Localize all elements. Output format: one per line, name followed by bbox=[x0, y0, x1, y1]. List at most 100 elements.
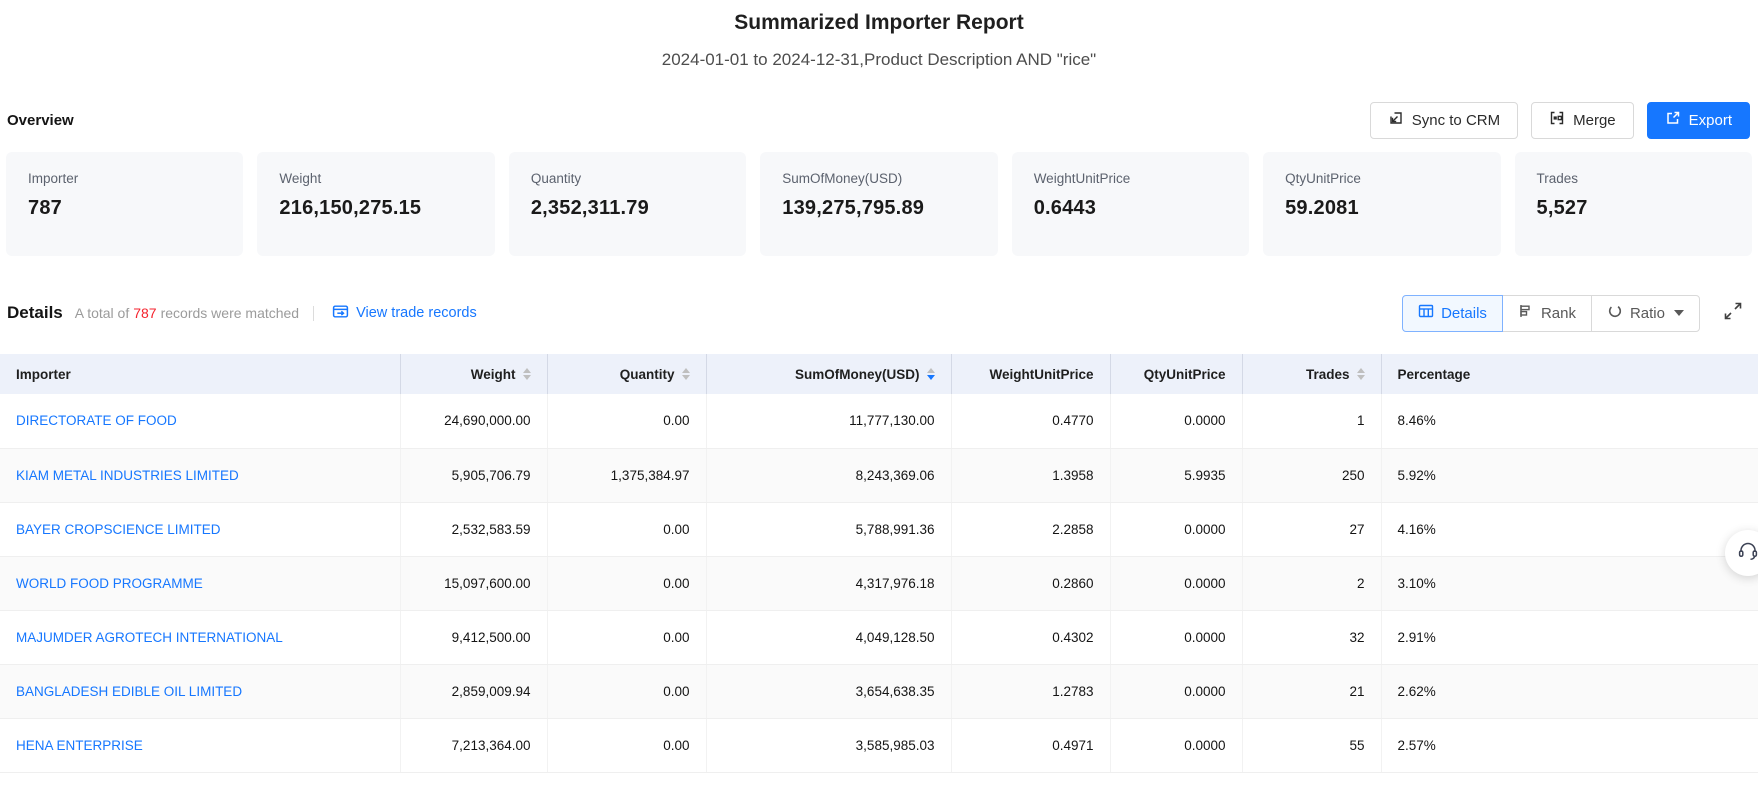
cell-weight: 9,412,500.00 bbox=[400, 610, 547, 664]
cell-sum: 8,243,369.06 bbox=[706, 448, 951, 502]
table-row: BAYER CROPSCIENCE LIMITED2,532,583.590.0… bbox=[0, 502, 1758, 556]
column-label: Trades bbox=[1306, 367, 1350, 382]
cell-importer: KIAM METAL INDUSTRIES LIMITED bbox=[0, 448, 400, 502]
table-row: DIRECTORATE OF FOOD24,690,000.000.0011,7… bbox=[0, 394, 1758, 448]
importer-table: Importer Weight Quantity SumOfMoney(USD) Wei… bbox=[0, 354, 1758, 773]
sync-to-crm-button[interactable]: Sync to CRM bbox=[1370, 102, 1518, 139]
column-label: WeightUnitPrice bbox=[989, 367, 1093, 382]
column-header-inner: Trades bbox=[1306, 367, 1365, 382]
column-header-qup: QtyUnitPrice bbox=[1110, 354, 1242, 394]
caret-up-icon bbox=[1357, 368, 1365, 373]
details-heading: Details bbox=[7, 303, 63, 323]
cell-importer: WORLD FOOD PROGRAMME bbox=[0, 556, 400, 610]
cell-quantity: 0.00 bbox=[547, 610, 706, 664]
table-grid-icon bbox=[1418, 303, 1434, 323]
column-label: Quantity bbox=[620, 367, 675, 382]
table-row: WORLD FOOD PROGRAMME15,097,600.000.004,3… bbox=[0, 556, 1758, 610]
caret-down-icon bbox=[1357, 375, 1365, 380]
merge-icon bbox=[1549, 110, 1565, 130]
column-header-inner: Percentage bbox=[1398, 367, 1471, 382]
tab-details-label: Details bbox=[1441, 305, 1487, 322]
cell-qup: 5.9935 bbox=[1110, 448, 1242, 502]
importer-link[interactable]: WORLD FOOD PROGRAMME bbox=[16, 576, 203, 591]
importer-link[interactable]: BANGLADESH EDIBLE OIL LIMITED bbox=[16, 684, 242, 699]
merge-label: Merge bbox=[1573, 112, 1616, 129]
column-header-quantity[interactable]: Quantity bbox=[547, 354, 706, 394]
cell-pct: 2.91% bbox=[1381, 610, 1758, 664]
cell-qup: 0.0000 bbox=[1110, 664, 1242, 718]
overview-bar: Overview Sync to CRM Merge bbox=[0, 101, 1758, 139]
cell-trades: 21 bbox=[1242, 664, 1381, 718]
cell-trades: 250 bbox=[1242, 448, 1381, 502]
sync-to-crm-icon bbox=[1388, 110, 1404, 130]
cell-pct: 3.10% bbox=[1381, 556, 1758, 610]
column-label: Importer bbox=[16, 367, 71, 382]
sync-to-crm-label: Sync to CRM bbox=[1412, 112, 1500, 129]
cell-importer: MAJUMDER AGROTECH INTERNATIONAL bbox=[0, 610, 400, 664]
cell-weight: 24,690,000.00 bbox=[400, 394, 547, 448]
importer-link[interactable]: BAYER CROPSCIENCE LIMITED bbox=[16, 522, 221, 537]
importer-link[interactable]: DIRECTORATE OF FOOD bbox=[16, 413, 177, 428]
column-header-inner: QtyUnitPrice bbox=[1144, 367, 1226, 382]
cell-quantity: 0.00 bbox=[547, 664, 706, 718]
sort-carets-icon bbox=[927, 368, 935, 380]
export-label: Export bbox=[1689, 112, 1732, 129]
table-header-row: Importer Weight Quantity SumOfMoney(USD) Wei… bbox=[0, 354, 1758, 394]
cell-wup: 0.4971 bbox=[951, 718, 1110, 772]
fullscreen-expand-icon bbox=[1722, 300, 1744, 327]
view-trade-records-link[interactable]: View trade records bbox=[332, 303, 477, 324]
page-subtitle: 2024-01-01 to 2024-12-31,Product Descrip… bbox=[0, 49, 1758, 71]
tab-rank[interactable]: Rank bbox=[1502, 295, 1592, 332]
column-label: Percentage bbox=[1398, 367, 1471, 382]
column-label: Weight bbox=[471, 367, 516, 382]
cell-sum: 3,585,985.03 bbox=[706, 718, 951, 772]
cell-qup: 0.0000 bbox=[1110, 502, 1242, 556]
cell-wup: 1.2783 bbox=[951, 664, 1110, 718]
cell-wup: 0.4770 bbox=[951, 394, 1110, 448]
table-row: BANGLADESH EDIBLE OIL LIMITED 2,859,009.9… bbox=[0, 664, 1758, 718]
cell-weight: 2,859,009.94 bbox=[400, 664, 547, 718]
cell-pct: 5.92% bbox=[1381, 448, 1758, 502]
stat-card-label: Weight bbox=[279, 171, 472, 186]
tab-details[interactable]: Details bbox=[1402, 295, 1503, 332]
column-label: SumOfMoney(USD) bbox=[795, 367, 920, 382]
importer-link[interactable]: MAJUMDER AGROTECH INTERNATIONAL bbox=[16, 630, 283, 645]
cell-trades: 32 bbox=[1242, 610, 1381, 664]
cell-wup: 1.3958 bbox=[951, 448, 1110, 502]
stat-card-value: 139,275,795.89 bbox=[782, 197, 975, 220]
caret-up-icon bbox=[682, 368, 690, 373]
caret-up-icon bbox=[523, 368, 531, 373]
view-switcher: Details Rank Ratio bbox=[1402, 295, 1700, 332]
stat-card: Importer787 bbox=[6, 152, 243, 256]
cell-qup: 0.0000 bbox=[1110, 394, 1242, 448]
cell-weight: 15,097,600.00 bbox=[400, 556, 547, 610]
importer-link[interactable]: KIAM METAL INDUSTRIES LIMITED bbox=[16, 468, 239, 483]
column-header-sum[interactable]: SumOfMoney(USD) bbox=[706, 354, 951, 394]
overview-heading: Overview bbox=[7, 112, 74, 129]
export-button[interactable]: Export bbox=[1647, 102, 1750, 139]
importer-link[interactable]: HENA ENTERPRISE bbox=[16, 738, 143, 753]
cell-weight: 5,905,706.79 bbox=[400, 448, 547, 502]
details-right: Details Rank Ratio bbox=[1402, 295, 1744, 332]
cell-quantity: 0.00 bbox=[547, 394, 706, 448]
tab-ratio[interactable]: Ratio bbox=[1591, 295, 1700, 332]
merge-button[interactable]: Merge bbox=[1531, 102, 1634, 139]
cell-pct: 8.46% bbox=[1381, 394, 1758, 448]
cell-trades: 1 bbox=[1242, 394, 1381, 448]
tab-ratio-label: Ratio bbox=[1630, 305, 1665, 322]
headset-icon bbox=[1736, 539, 1758, 568]
fullscreen-button[interactable] bbox=[1722, 300, 1744, 327]
column-header-weight[interactable]: Weight bbox=[400, 354, 547, 394]
column-header-wup: WeightUnitPrice bbox=[951, 354, 1110, 394]
cell-sum: 5,788,991.36 bbox=[706, 502, 951, 556]
table-body: DIRECTORATE OF FOOD24,690,000.000.0011,7… bbox=[0, 394, 1758, 772]
action-buttons: Sync to CRM Merge Export bbox=[1370, 102, 1750, 139]
column-header-inner: WeightUnitPrice bbox=[989, 367, 1093, 382]
report-header: Summarized Importer Report 2024-01-01 to… bbox=[0, 0, 1758, 71]
records-matched-text: A total of787records were matched bbox=[75, 305, 299, 321]
column-header-trades[interactable]: Trades bbox=[1242, 354, 1381, 394]
bar-rank-icon bbox=[1518, 303, 1534, 323]
column-header-inner: SumOfMoney(USD) bbox=[795, 367, 935, 382]
cell-wup: 2.2858 bbox=[951, 502, 1110, 556]
stat-card-label: Trades bbox=[1537, 171, 1730, 186]
